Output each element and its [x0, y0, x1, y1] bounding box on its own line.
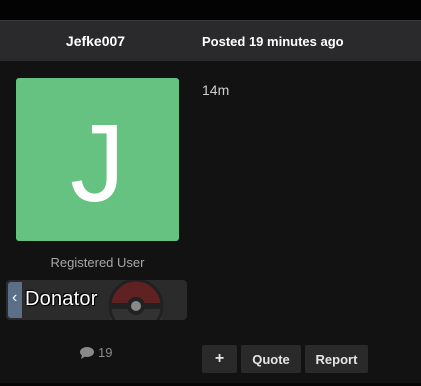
donator-badge: ‹ Donator	[6, 280, 187, 320]
report-button[interactable]: Report	[305, 345, 368, 373]
post-date[interactable]: Posted 19 minutes ago	[202, 34, 344, 49]
post-count-value: 19	[98, 345, 113, 360]
top-bar	[0, 0, 421, 20]
badge-label: Donator	[25, 288, 98, 310]
quote-button[interactable]: Quote	[241, 345, 301, 373]
author-name-link[interactable]: Jefke007	[38, 33, 153, 49]
comment-icon	[80, 346, 94, 359]
post-count[interactable]: 19	[80, 345, 112, 360]
post-content: 14m	[202, 82, 230, 98]
avatar[interactable]: J	[16, 78, 179, 241]
reputation-plus-button[interactable]: +	[202, 345, 237, 373]
post-header: Jefke007 Posted 19 minutes ago	[0, 20, 421, 61]
forum-post: Jefke007 Posted 19 minutes ago J Registe…	[0, 20, 421, 384]
avatar-letter: J	[70, 101, 125, 225]
user-title: Registered User	[50, 255, 145, 270]
post-actions: + Quote Report	[202, 345, 368, 373]
author-sidebar: J Registered User ‹ Donator 19	[0, 61, 194, 384]
pokeball-icon	[108, 280, 164, 320]
chevron-left-icon: ‹	[12, 289, 18, 306]
